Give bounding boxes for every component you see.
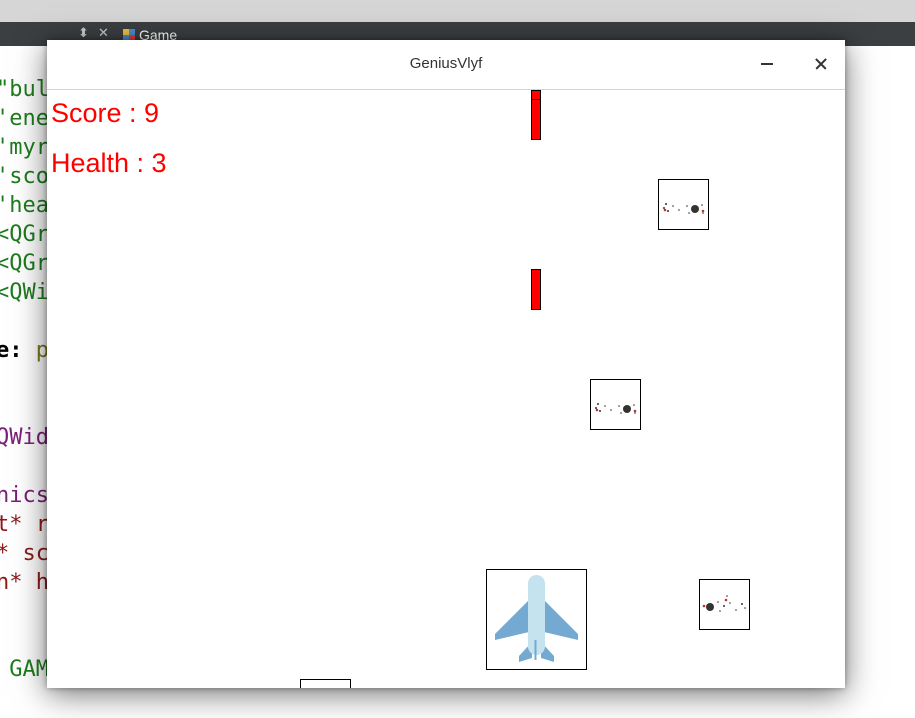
game-window: GeniusVlyf Score : 9 Health : 3 xyxy=(47,40,845,688)
code-line: n* h xyxy=(0,570,49,595)
code-line: "bul xyxy=(0,77,49,102)
code-line: <QGr xyxy=(0,251,49,276)
enemy-icon xyxy=(663,203,705,214)
health-display: Health : 3 xyxy=(51,148,167,178)
code-line: 'hea xyxy=(0,193,49,218)
code-line: <QGr xyxy=(0,222,49,247)
score-display: Score : 9 xyxy=(51,98,160,128)
enemy-sprite xyxy=(590,379,641,430)
code-line: t* r xyxy=(0,512,49,537)
window-titlebar[interactable]: GeniusVlyf xyxy=(47,40,845,90)
code-line: * sc xyxy=(0,541,49,566)
enemy-icon xyxy=(595,403,637,414)
code-token: p xyxy=(22,338,49,363)
code-line: GAM xyxy=(0,657,49,682)
tab-close-icon[interactable]: ✕ xyxy=(98,26,109,41)
tab-switch-icon[interactable]: ⬍ xyxy=(78,26,89,41)
airplane-icon xyxy=(495,575,578,662)
code-line: nics xyxy=(0,483,49,508)
enemy-sprite xyxy=(699,579,750,630)
close-button[interactable] xyxy=(807,50,835,78)
window-title: GeniusVlyf xyxy=(409,55,483,72)
enemy-sprite xyxy=(300,679,351,688)
code-line: e: p xyxy=(0,338,49,363)
code-line: 'ene xyxy=(0,106,49,131)
player-airplane xyxy=(486,569,587,670)
enemy-icon xyxy=(702,595,746,612)
code-line: <QWi xyxy=(0,280,49,305)
code-line: QWid xyxy=(0,425,49,450)
game-scene[interactable]: Score : 9 Health : 3 xyxy=(47,90,845,688)
ide-top-bar xyxy=(0,0,915,22)
minimize-button[interactable] xyxy=(753,50,781,78)
bullet xyxy=(531,99,541,140)
code-line: 'sco xyxy=(0,164,49,189)
enemy-sprite xyxy=(658,179,709,230)
code-line: 'myr xyxy=(0,135,49,160)
bullet xyxy=(531,269,541,310)
